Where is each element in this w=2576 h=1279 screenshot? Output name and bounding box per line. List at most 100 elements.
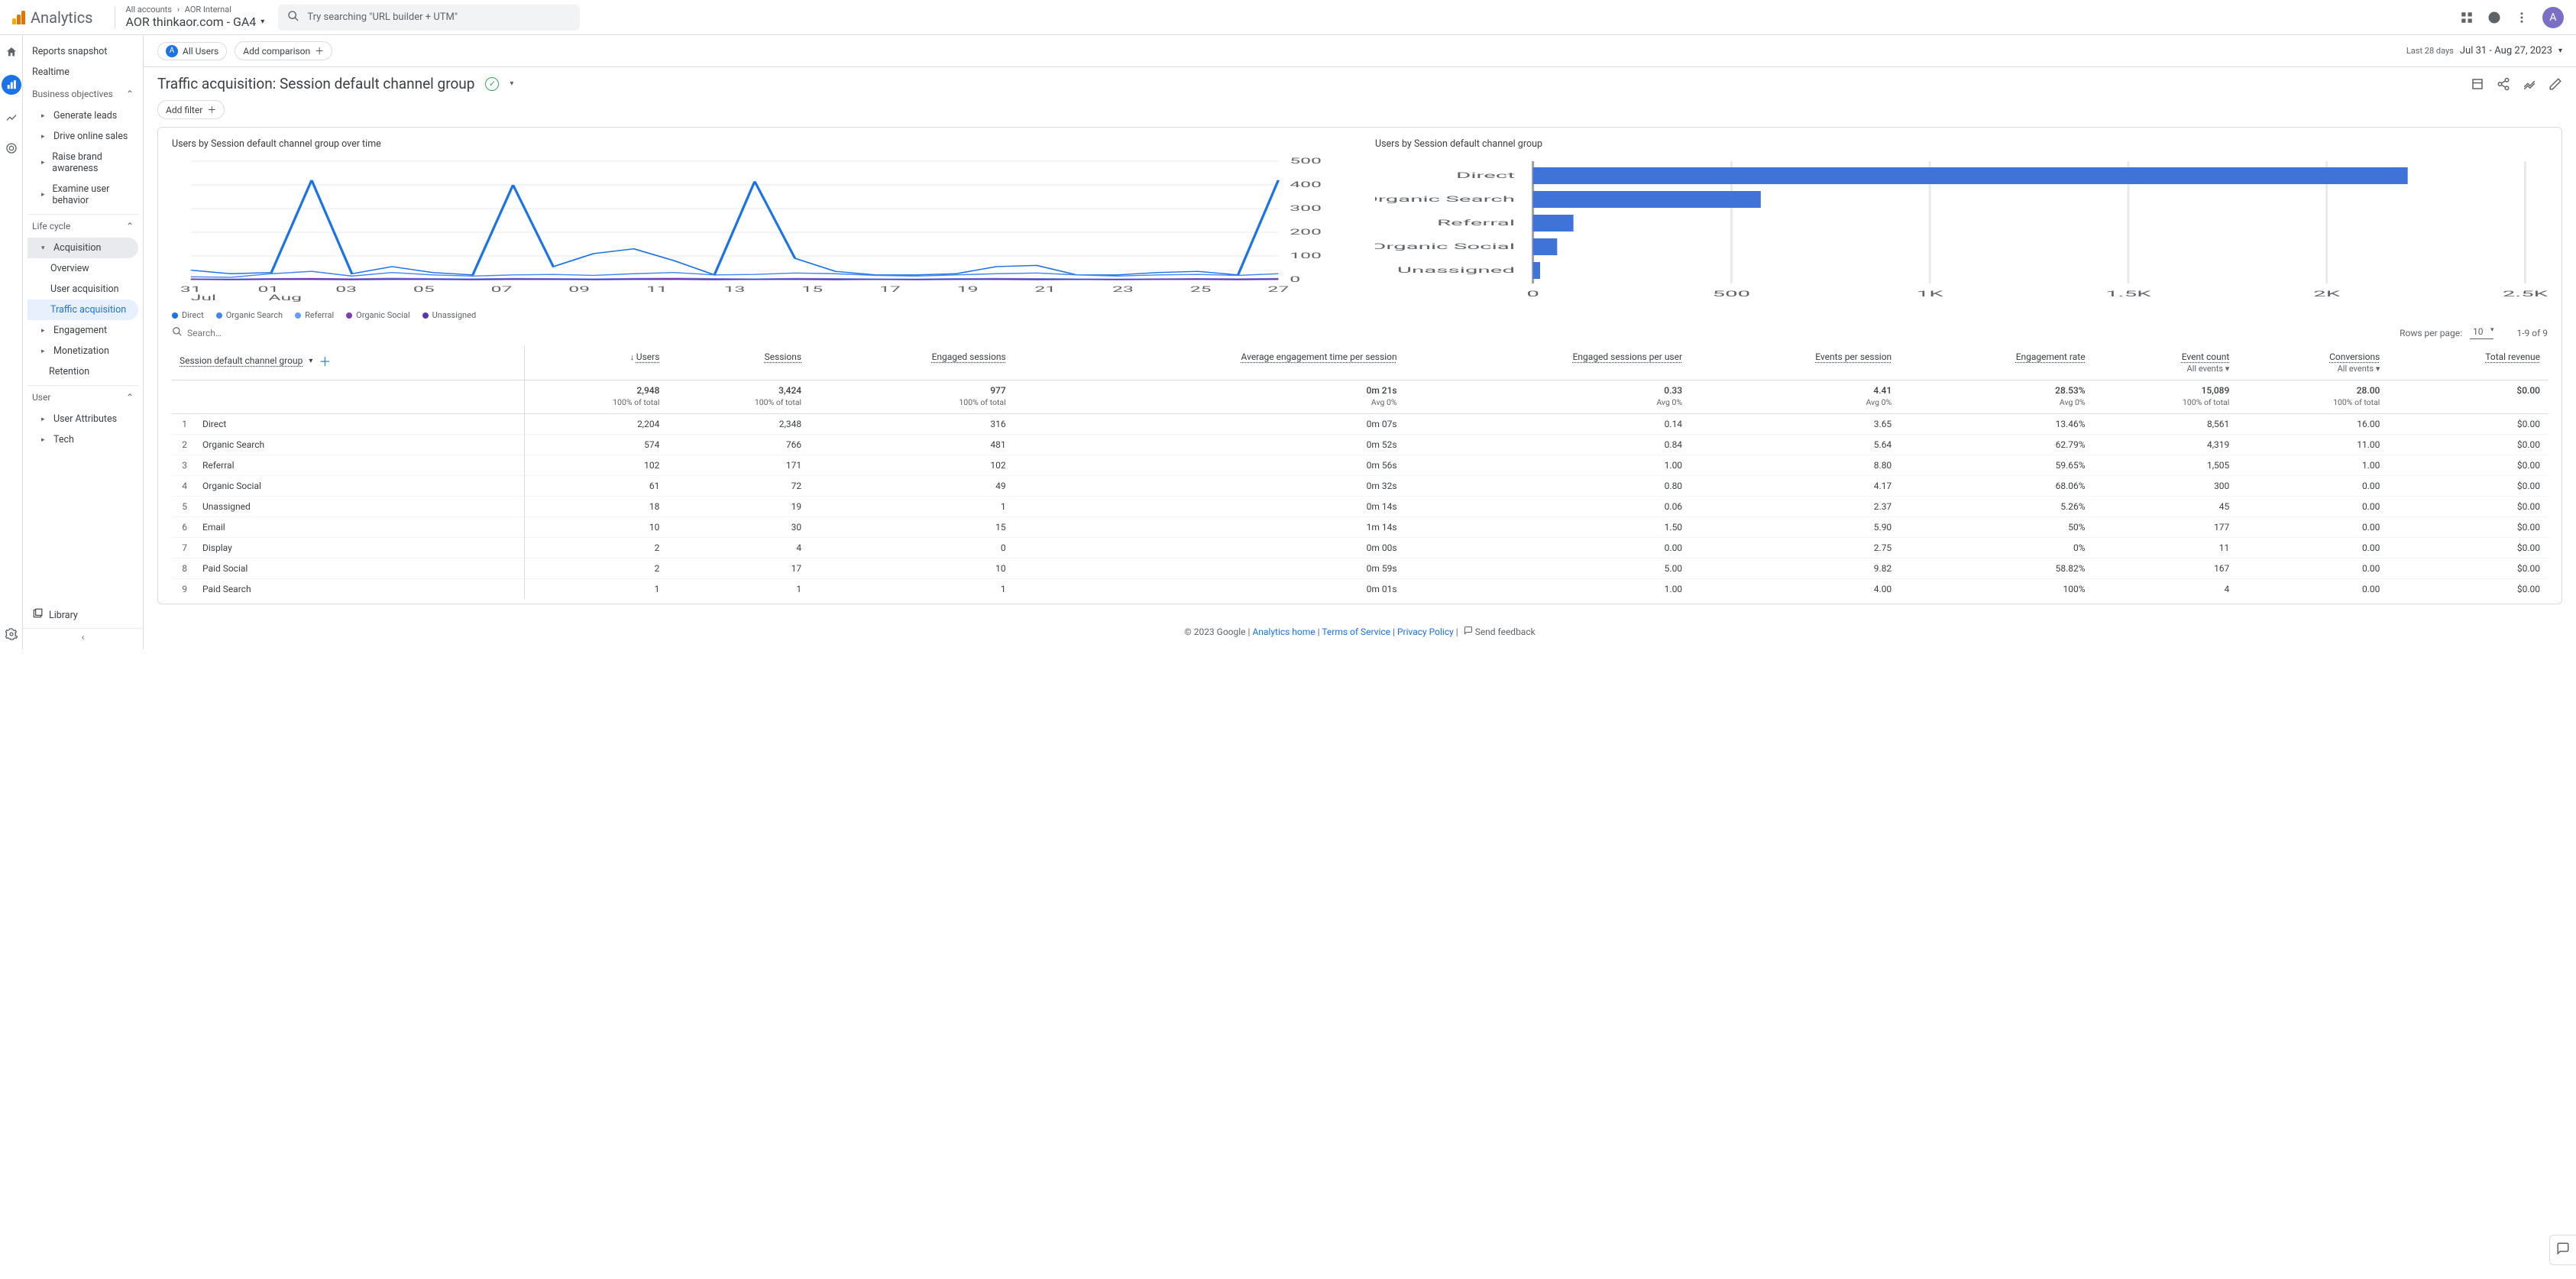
svg-text:21: 21 bbox=[1034, 284, 1056, 293]
table-row[interactable]: 2Organic Search5747664810m 52s0.845.6462… bbox=[172, 435, 2548, 455]
edit-icon[interactable] bbox=[2548, 77, 2562, 91]
avatar[interactable]: A bbox=[2542, 7, 2564, 28]
insights-icon[interactable] bbox=[2523, 77, 2536, 91]
svg-text:300: 300 bbox=[1290, 203, 1322, 212]
triangle-icon: ▸ bbox=[41, 133, 49, 141]
date-range-picker[interactable]: Last 28 days Jul 31 - Aug 27, 2023 ▾ bbox=[2406, 45, 2562, 57]
chevron-up-icon: ⌃ bbox=[126, 221, 134, 232]
collapse-sidebar-button[interactable]: ‹ bbox=[23, 628, 143, 646]
table-search-input[interactable] bbox=[187, 328, 2392, 338]
label: Generate leads bbox=[53, 110, 117, 121]
search-icon bbox=[172, 326, 183, 339]
settings-icon[interactable] bbox=[4, 627, 19, 642]
pagination-range: 1-9 of 9 bbox=[2516, 328, 2548, 338]
more-vert-icon[interactable] bbox=[2515, 11, 2529, 24]
svg-text:400: 400 bbox=[1290, 180, 1322, 189]
svg-text:Organic Search: Organic Search bbox=[1375, 195, 1515, 203]
page-title: Traffic acquisition: Session default cha… bbox=[157, 75, 474, 92]
nav-monetization[interactable]: ▸Monetization bbox=[28, 341, 138, 361]
nav-user-attributes[interactable]: ▸ User Attributes bbox=[28, 409, 138, 429]
home-icon[interactable] bbox=[4, 44, 19, 60]
add-comparison-button[interactable]: Add comparison ＋ bbox=[235, 41, 332, 60]
bar-chart: 05001K1.5K2K2.5KDirectOrganic SearchRefe… bbox=[1375, 157, 2548, 303]
search-box[interactable] bbox=[278, 5, 580, 31]
bar-chart-title: Users by Session default channel group bbox=[1375, 138, 2548, 150]
feedback-fab[interactable] bbox=[2549, 1235, 2576, 1265]
nav-raise-brand[interactable]: ▸Raise brand awareness bbox=[28, 147, 138, 179]
customize-icon[interactable] bbox=[2471, 77, 2484, 91]
table-row[interactable]: 4Organic Social6172490m 32s0.804.1768.06… bbox=[172, 476, 2548, 497]
nav-section-life-cycle[interactable]: Life cycle ⌃ bbox=[28, 214, 138, 238]
table-row[interactable]: 3Referral1021711020m 56s1.008.8059.65%1,… bbox=[172, 455, 2548, 476]
date-range-label: Last 28 days bbox=[2406, 46, 2454, 56]
share-icon[interactable] bbox=[2497, 77, 2510, 91]
table-row[interactable]: 1Direct2,2042,3483160m 07s0.143.6513.46%… bbox=[172, 414, 2548, 435]
label: Examine user behavior bbox=[52, 183, 134, 206]
help-icon[interactable]: ? bbox=[2487, 11, 2501, 24]
search-input[interactable] bbox=[307, 11, 571, 23]
nav-realtime[interactable]: Realtime bbox=[28, 62, 138, 83]
svg-text:05: 05 bbox=[413, 284, 435, 293]
nav-section-business-objectives[interactable]: Business objectives ⌃ bbox=[28, 83, 138, 105]
nav-overview[interactable]: Overview bbox=[28, 258, 138, 279]
svg-text:200: 200 bbox=[1290, 227, 1322, 236]
footer-link-privacy[interactable]: Privacy Policy bbox=[1397, 627, 1454, 637]
triangle-icon: ▸ bbox=[41, 327, 49, 335]
label: User Attributes bbox=[53, 413, 117, 425]
nav-drive-online-sales[interactable]: ▸ Drive online sales bbox=[28, 126, 138, 147]
nav-examine-behavior[interactable]: ▸Examine user behavior bbox=[28, 179, 138, 211]
line-chart-title: Users by Session default channel group o… bbox=[172, 138, 1345, 150]
table-row[interactable]: 6Email1030151m 14s1.505.9050%1770.00$0.0… bbox=[172, 517, 2548, 538]
table-row[interactable]: 7Display2400m 00s0.002.750%110.00$0.00 bbox=[172, 538, 2548, 559]
crumb-property: AOR thinkaor.com - GA4 bbox=[126, 15, 257, 29]
explore-icon[interactable] bbox=[4, 110, 19, 125]
svg-text:2K: 2K bbox=[2313, 290, 2340, 298]
footer-link-feedback[interactable]: Send feedback bbox=[1475, 627, 1536, 637]
nav-library[interactable]: Library bbox=[28, 604, 83, 627]
table-row[interactable]: 8Paid Social217100m 59s5.009.8258.82%167… bbox=[172, 559, 2548, 579]
nav-section-user[interactable]: User ⌃ bbox=[28, 385, 138, 409]
apps-icon[interactable] bbox=[2460, 11, 2474, 24]
svg-text:0: 0 bbox=[1526, 290, 1539, 298]
comparison-all-users[interactable]: A All Users bbox=[157, 42, 227, 60]
rows-per-page-select[interactable]: 10 ▾ bbox=[2470, 326, 2494, 339]
svg-text:1.5K: 1.5K bbox=[2105, 290, 2151, 298]
line-chart: 0100200300400500310103050709111315171921… bbox=[172, 157, 1345, 303]
nav-reports-snapshot[interactable]: Reports snapshot bbox=[28, 41, 138, 62]
copyright: © 2023 Google bbox=[1184, 627, 1245, 637]
table-row[interactable]: 9Paid Search1110m 01s1.004.00100%40.00$0… bbox=[172, 579, 2548, 600]
add-filter-button[interactable]: Add filter ＋ bbox=[157, 100, 225, 119]
add-dimension-button[interactable]: ＋ bbox=[319, 351, 331, 370]
badge-icon: A bbox=[166, 45, 178, 57]
account-switcher[interactable]: All accounts › AOR Internal AOR thinkaor… bbox=[126, 5, 265, 29]
nav-engagement[interactable]: ▸Engagement bbox=[28, 320, 138, 341]
triangle-icon: ▸ bbox=[41, 159, 47, 167]
label: Drive online sales bbox=[53, 131, 128, 142]
label: Add filter bbox=[166, 105, 202, 115]
svg-text:13: 13 bbox=[724, 284, 746, 293]
svg-text:1K: 1K bbox=[1917, 290, 1943, 298]
svg-text:0: 0 bbox=[1290, 274, 1300, 283]
footer-link-tos[interactable]: Terms of Service bbox=[1322, 627, 1390, 637]
nav-generate-leads[interactable]: ▸Generate leads bbox=[28, 105, 138, 126]
triangle-icon: ▸ bbox=[41, 416, 49, 423]
nav-user-acquisition[interactable]: User acquisition bbox=[28, 279, 138, 300]
nav-retention[interactable]: Retention bbox=[28, 361, 138, 382]
svg-text:03: 03 bbox=[335, 284, 357, 293]
nav-tech[interactable]: ▸Tech bbox=[28, 429, 138, 450]
search-icon bbox=[287, 10, 299, 25]
svg-text:15: 15 bbox=[801, 284, 823, 293]
nav-traffic-acquisition[interactable]: Traffic acquisition bbox=[28, 300, 138, 320]
table-row[interactable]: 5Unassigned181910m 14s0.062.375.26%450.0… bbox=[172, 497, 2548, 517]
label: Monetization bbox=[53, 345, 109, 357]
nav-acquisition[interactable]: ▾Acquisition bbox=[28, 238, 138, 258]
svg-text:?: ? bbox=[2493, 15, 2496, 21]
footer-link-home[interactable]: Analytics home bbox=[1252, 627, 1315, 637]
advertising-icon[interactable] bbox=[4, 141, 19, 156]
label: All Users bbox=[183, 46, 218, 57]
triangle-icon: ▾ bbox=[41, 244, 49, 252]
chevron-down-icon[interactable]: ▾ bbox=[510, 79, 513, 88]
reports-icon[interactable] bbox=[2, 75, 21, 95]
crumb-account: All accounts bbox=[126, 5, 172, 15]
chevron-right-icon: › bbox=[177, 5, 180, 15]
